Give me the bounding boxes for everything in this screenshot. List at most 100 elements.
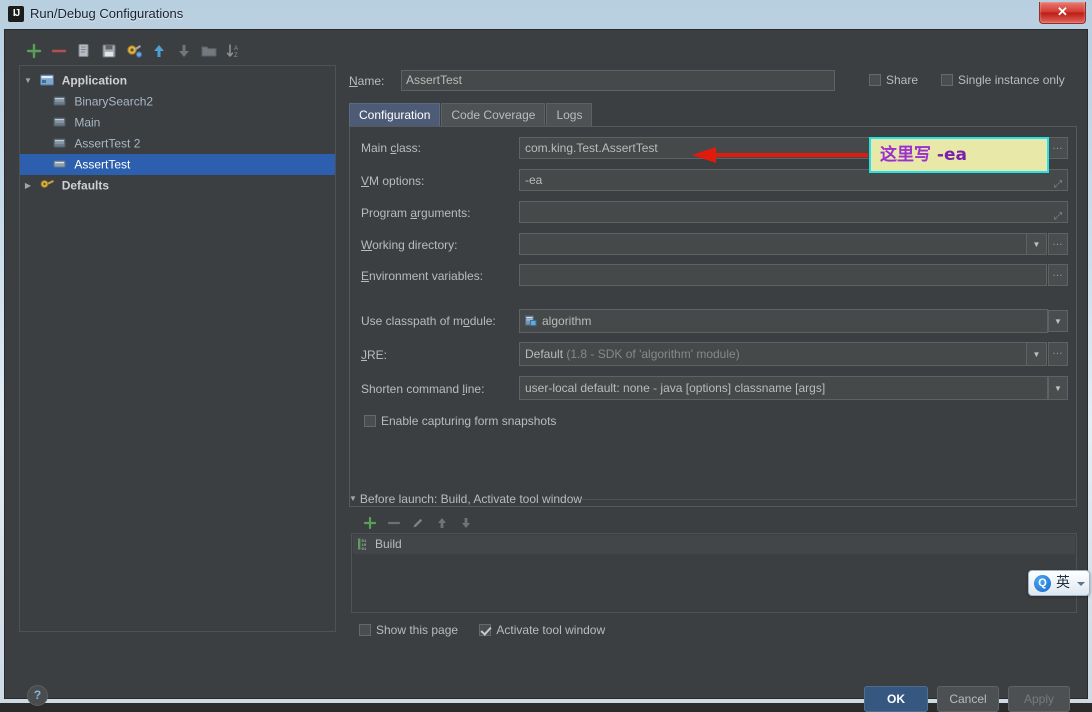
run-config-icon [52, 93, 68, 109]
working-directory-dropdown-icon[interactable]: ▼ [1027, 233, 1047, 255]
add-task-icon[interactable] [362, 515, 378, 531]
working-directory-input[interactable] [519, 233, 1027, 255]
main-class-label: Main class: [361, 141, 422, 155]
configurations-toolbar: AZ [17, 39, 337, 63]
run-config-icon [52, 156, 68, 172]
move-down-icon[interactable] [175, 42, 193, 60]
working-directory-browse-button[interactable]: … [1048, 233, 1068, 255]
remove-task-icon[interactable] [386, 515, 402, 531]
build-icon: 01 10 01 [357, 537, 371, 552]
apply-button[interactable]: Apply [1008, 686, 1070, 712]
tree-item-asserttest[interactable]: AssertTest [20, 154, 335, 175]
jre-browse-button[interactable]: … [1048, 342, 1068, 366]
program-arguments-expand-icon[interactable]: ⤢ [1054, 211, 1062, 222]
move-task-up-icon[interactable] [434, 515, 450, 531]
jre-value-detail: (1.8 - SDK of 'algorithm' module) [566, 347, 740, 361]
dialog-window: IJ Run/Debug Configurations ✕ A Z ▼ Appl… [0, 0, 1092, 712]
save-configuration-icon[interactable] [100, 42, 118, 60]
single-instance-label: Single instance only [958, 73, 1065, 87]
before-launch-list[interactable]: 01 10 01 Build [351, 533, 1077, 613]
chevron-down-icon[interactable] [1077, 582, 1085, 586]
window-title: Run/Debug Configurations [30, 6, 184, 21]
tree-group-label: Defaults [61, 178, 110, 193]
tree-item-binarysearch2[interactable]: BinarySearch2 [20, 91, 335, 112]
tab-configuration[interactable]: Configuration [349, 103, 441, 126]
shorten-command-line-combo[interactable]: user-local default: none - java [options… [519, 376, 1048, 400]
svg-text:Z: Z [234, 53, 238, 59]
configurations-tree[interactable]: ▼ Application BinarySearch2 Main AssertT… [19, 65, 336, 632]
show-this-page-checkbox[interactable]: Show this page [359, 623, 458, 637]
move-up-icon[interactable] [150, 42, 168, 60]
before-launch-header[interactable]: ▼ Before launch: Build, Activate tool win… [349, 492, 1077, 508]
svg-text:A: A [234, 46, 238, 52]
folder-icon[interactable] [200, 42, 218, 60]
move-task-down-icon[interactable] [458, 515, 474, 531]
cancel-button[interactable]: Cancel [937, 686, 999, 712]
list-item-label: Build [375, 537, 402, 551]
share-label: Share [886, 73, 919, 87]
tree-item-main[interactable]: Main [20, 112, 335, 133]
single-instance-checkbox[interactable]: Single instance only [941, 73, 1065, 87]
tree-group-defaults[interactable]: ▶ Defaults [20, 175, 335, 196]
edit-task-icon[interactable] [410, 515, 426, 531]
checkbox-box [364, 415, 376, 427]
before-launch-toolbar [357, 513, 557, 533]
name-label: Name: [349, 74, 385, 88]
use-classpath-combo[interactable]: algorithm [519, 309, 1048, 333]
chevron-down-icon[interactable]: ▼ [349, 494, 357, 503]
sort-icon[interactable]: AZ [225, 42, 243, 60]
dialog-body: AZ ▼ Application BinarySearch2 Main Asse… [4, 29, 1088, 712]
tab-logs[interactable]: Logs [546, 103, 593, 126]
tree-item-label: Main [74, 115, 101, 130]
tree-group-application[interactable]: ▼ Application [20, 70, 335, 91]
defaults-icon [39, 177, 55, 193]
add-configuration-icon[interactable] [25, 42, 43, 60]
activate-tool-window-checkbox[interactable]: Activate tool window [479, 623, 605, 637]
working-directory-label: Working directory: [361, 238, 458, 252]
main-class-browse-button[interactable]: … [1048, 137, 1068, 159]
tab-code-coverage[interactable]: Code Coverage [441, 103, 546, 126]
edit-defaults-icon[interactable] [125, 42, 143, 60]
share-checkbox[interactable]: Share [869, 73, 918, 87]
checkbox-box [941, 74, 953, 86]
name-input[interactable]: AssertTest [401, 70, 835, 91]
checkbox-box [359, 624, 371, 636]
copy-configuration-icon[interactable] [75, 42, 93, 60]
use-classpath-value: algorithm [542, 314, 592, 328]
annotation-text-code: -ea [936, 145, 967, 165]
run-config-icon [52, 135, 68, 151]
ime-mode-label[interactable]: 英 [1056, 575, 1070, 592]
before-launch-title: Before launch: Build, Activate tool wind… [359, 492, 583, 506]
chevron-right-icon[interactable]: ▶ [20, 175, 36, 196]
show-this-page-label: Show this page [376, 623, 459, 637]
editor-tabs: Configuration Code Coverage Logs [349, 103, 593, 126]
environment-variables-label: Environment variables: [361, 269, 484, 283]
list-item[interactable]: 01 10 01 Build [353, 535, 1075, 554]
ok-button[interactable]: OK [864, 686, 928, 712]
jre-value: Default [525, 347, 564, 361]
configuration-tab-panel: Main class: com.king.Test.AssertTest … V… [349, 126, 1077, 507]
vm-options-expand-icon[interactable]: ⤢ [1054, 179, 1062, 190]
use-classpath-dropdown-icon[interactable]: ▼ [1048, 310, 1068, 332]
ime-indicator[interactable]: Q 英 [1028, 570, 1090, 596]
remove-configuration-icon[interactable] [50, 42, 68, 60]
jre-combo[interactable]: Default (1.8 - SDK of 'algorithm' module… [519, 342, 1027, 366]
close-icon[interactable]: ✕ [1039, 2, 1086, 24]
chevron-down-icon[interactable]: ▼ [20, 70, 36, 91]
program-arguments-input[interactable] [519, 201, 1068, 223]
environment-variables-input[interactable] [519, 264, 1047, 286]
intellij-idea-icon: IJ [8, 6, 24, 22]
before-launch-options: Show this page Activate tool window [359, 623, 859, 643]
svg-text:01: 01 [362, 548, 367, 551]
tree-group-label: Application [61, 73, 128, 88]
annotation-arrow-icon [692, 147, 868, 163]
shorten-command-line-dropdown-icon[interactable]: ▼ [1048, 376, 1068, 400]
environment-variables-browse-button[interactable]: … [1048, 264, 1068, 286]
jre-dropdown-icon[interactable]: ▼ [1027, 342, 1047, 366]
activate-tool-window-label: Activate tool window [496, 623, 606, 637]
tree-item-label: BinarySearch2 [74, 94, 154, 109]
program-arguments-label: Program arguments: [361, 206, 471, 220]
tree-item-asserttest-2[interactable]: AssertTest 2 [20, 133, 335, 154]
enable-capturing-label: Enable capturing form snapshots [381, 414, 557, 428]
enable-capturing-checkbox[interactable]: Enable capturing form snapshots [364, 414, 556, 428]
